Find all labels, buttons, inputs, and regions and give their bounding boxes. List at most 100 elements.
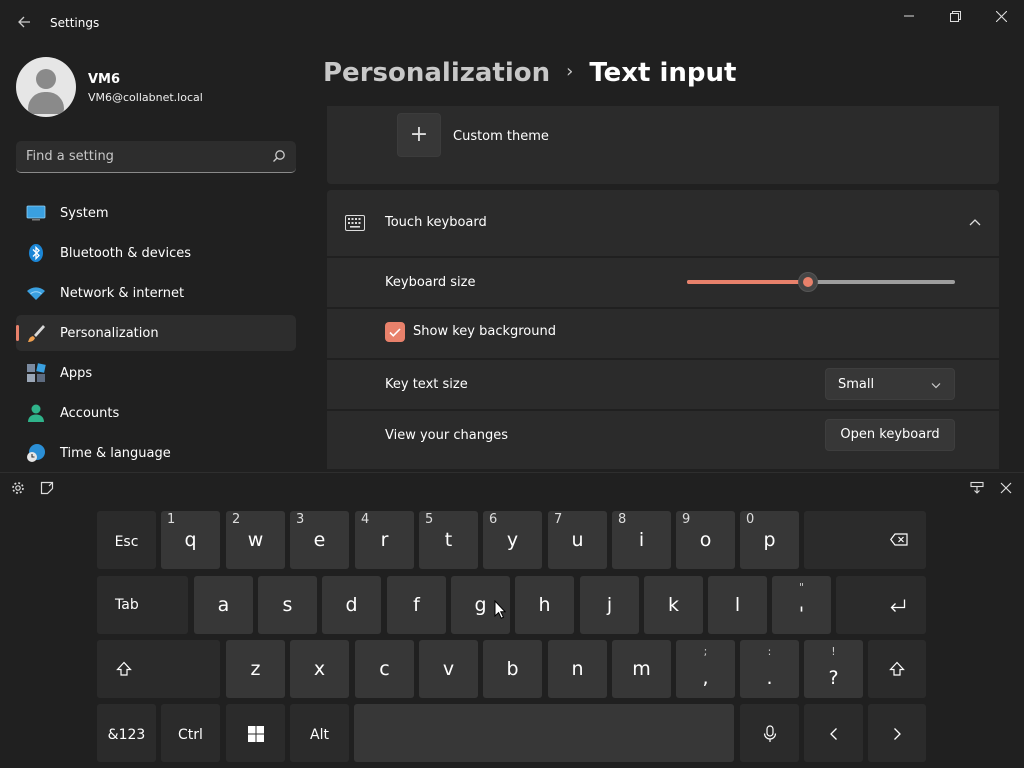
sidebar-item-apps[interactable]: Apps (16, 355, 296, 391)
key-backspace[interactable] (804, 511, 926, 569)
chevron-up-icon[interactable] (969, 218, 981, 226)
key-y[interactable]: 6y (483, 511, 542, 569)
wifi-icon (27, 287, 45, 300)
key-x[interactable]: x (290, 640, 349, 698)
key-left-arrow[interactable] (804, 704, 863, 762)
key-h[interactable]: h (515, 576, 574, 634)
system-icon (26, 205, 46, 221)
key-k[interactable]: k (644, 576, 703, 634)
key-shift-right[interactable] (868, 640, 926, 698)
key-t[interactable]: 5t (419, 511, 478, 569)
breadcrumb: Personalization › Text input (323, 58, 736, 88)
sidebar-item-label: Network & internet (60, 285, 185, 301)
custom-theme-label: Custom theme (453, 129, 549, 144)
back-arrow-icon[interactable] (14, 14, 34, 34)
key-period[interactable]: :. (740, 640, 799, 698)
key-o[interactable]: 9o (676, 511, 735, 569)
key-f[interactable]: f (387, 576, 446, 634)
minimize-icon[interactable] (886, 0, 932, 32)
dock-keyboard-icon[interactable] (967, 481, 987, 501)
enter-icon (890, 599, 906, 612)
key-w[interactable]: 2w (226, 511, 285, 569)
sidebar-item-label: System (60, 205, 109, 221)
gear-icon[interactable] (8, 481, 28, 501)
key-enter[interactable] (836, 576, 926, 634)
key-l[interactable]: l (708, 576, 767, 634)
apps-icon (27, 363, 46, 382)
key-apostrophe[interactable]: " ' (772, 576, 831, 634)
windows-icon (247, 725, 264, 742)
key-text-size-value: Small (838, 377, 875, 392)
key-v[interactable]: v (419, 640, 478, 698)
search-icon[interactable] (272, 149, 286, 163)
sidebar-item-label: Apps (60, 365, 93, 381)
sidebar-item-accounts[interactable]: Accounts (16, 395, 296, 431)
sidebar-item-network[interactable]: Network & internet (16, 275, 296, 311)
search-input[interactable] (26, 141, 266, 172)
keyboard-size-label: Keyboard size (385, 275, 476, 290)
key-z[interactable]: z (226, 640, 285, 698)
close-keyboard-icon[interactable] (996, 481, 1016, 501)
brush-icon (28, 325, 45, 342)
sidebar-item-bluetooth[interactable]: Bluetooth & devices (16, 235, 296, 271)
close-icon[interactable] (978, 0, 1024, 32)
touch-keyboard-header[interactable]: Touch keyboard (327, 190, 999, 256)
view-changes-label: View your changes (385, 428, 508, 443)
show-key-background-label: Show key background (413, 324, 556, 339)
sidebar-item-label: Personalization (60, 325, 159, 341)
chevron-down-icon (931, 383, 941, 389)
key-d[interactable]: d (322, 576, 381, 634)
sidebar-item-system[interactable]: System (16, 195, 296, 231)
key-q[interactable]: 1q (161, 511, 220, 569)
key-s[interactable]: s (258, 576, 317, 634)
key-i[interactable]: 8i (612, 511, 671, 569)
key-c[interactable]: c (355, 640, 414, 698)
key-tab[interactable]: Tab (97, 576, 188, 634)
restore-icon[interactable] (932, 0, 978, 32)
key-microphone[interactable] (740, 704, 799, 762)
sticker-icon[interactable] (37, 481, 57, 501)
key-r[interactable]: 4r (355, 511, 414, 569)
sidebar-item-label: Bluetooth & devices (60, 245, 191, 261)
sidebar-nav: System Bluetooth & devices Network & int… (16, 195, 296, 472)
shift-icon (889, 661, 905, 676)
sidebar-item-time-language[interactable]: Time & language (16, 435, 296, 471)
key-m[interactable]: m (612, 640, 671, 698)
show-key-background-checkbox[interactable] (385, 322, 405, 342)
plus-icon[interactable]: + (397, 113, 441, 157)
key-p[interactable]: 0p (740, 511, 799, 569)
key-esc[interactable]: Esc (97, 511, 156, 569)
keyboard-size-slider[interactable] (687, 272, 955, 292)
time-language-icon (27, 444, 45, 462)
title-bar: Settings (0, 0, 1024, 48)
key-alt[interactable]: Alt (290, 704, 349, 762)
key-symbols[interactable]: &123 (97, 704, 156, 762)
key-windows[interactable] (226, 704, 285, 762)
slider-thumb[interactable] (797, 272, 818, 292)
custom-theme-card[interactable]: + Custom theme (327, 106, 999, 184)
key-space[interactable] (354, 704, 734, 762)
search-box[interactable] (16, 141, 296, 173)
key-u[interactable]: 7u (548, 511, 607, 569)
key-right-arrow[interactable] (868, 704, 926, 762)
key-ctrl[interactable]: Ctrl (161, 704, 220, 762)
breadcrumb-parent[interactable]: Personalization (323, 58, 550, 88)
key-shift-left[interactable] (97, 640, 220, 698)
key-comma[interactable]: ;, (676, 640, 735, 698)
open-keyboard-button[interactable]: Open keyboard (825, 419, 955, 451)
user-name: VM6 (88, 72, 121, 87)
backspace-icon (890, 533, 908, 546)
key-n[interactable]: n (548, 640, 607, 698)
sidebar-item-label: Time & language (60, 445, 171, 461)
key-j[interactable]: j (580, 576, 639, 634)
key-a[interactable]: a (194, 576, 253, 634)
key-b[interactable]: b (483, 640, 542, 698)
key-e[interactable]: 3e (290, 511, 349, 569)
sidebar-item-personalization[interactable]: Personalization (16, 315, 296, 351)
touch-keyboard-label: Touch keyboard (385, 215, 487, 230)
checkmark-icon (389, 328, 401, 337)
key-text-size-select[interactable]: Small (825, 368, 955, 400)
app-title: Settings (50, 16, 100, 30)
key-question[interactable]: !? (804, 640, 863, 698)
chevron-left-icon (829, 727, 837, 740)
